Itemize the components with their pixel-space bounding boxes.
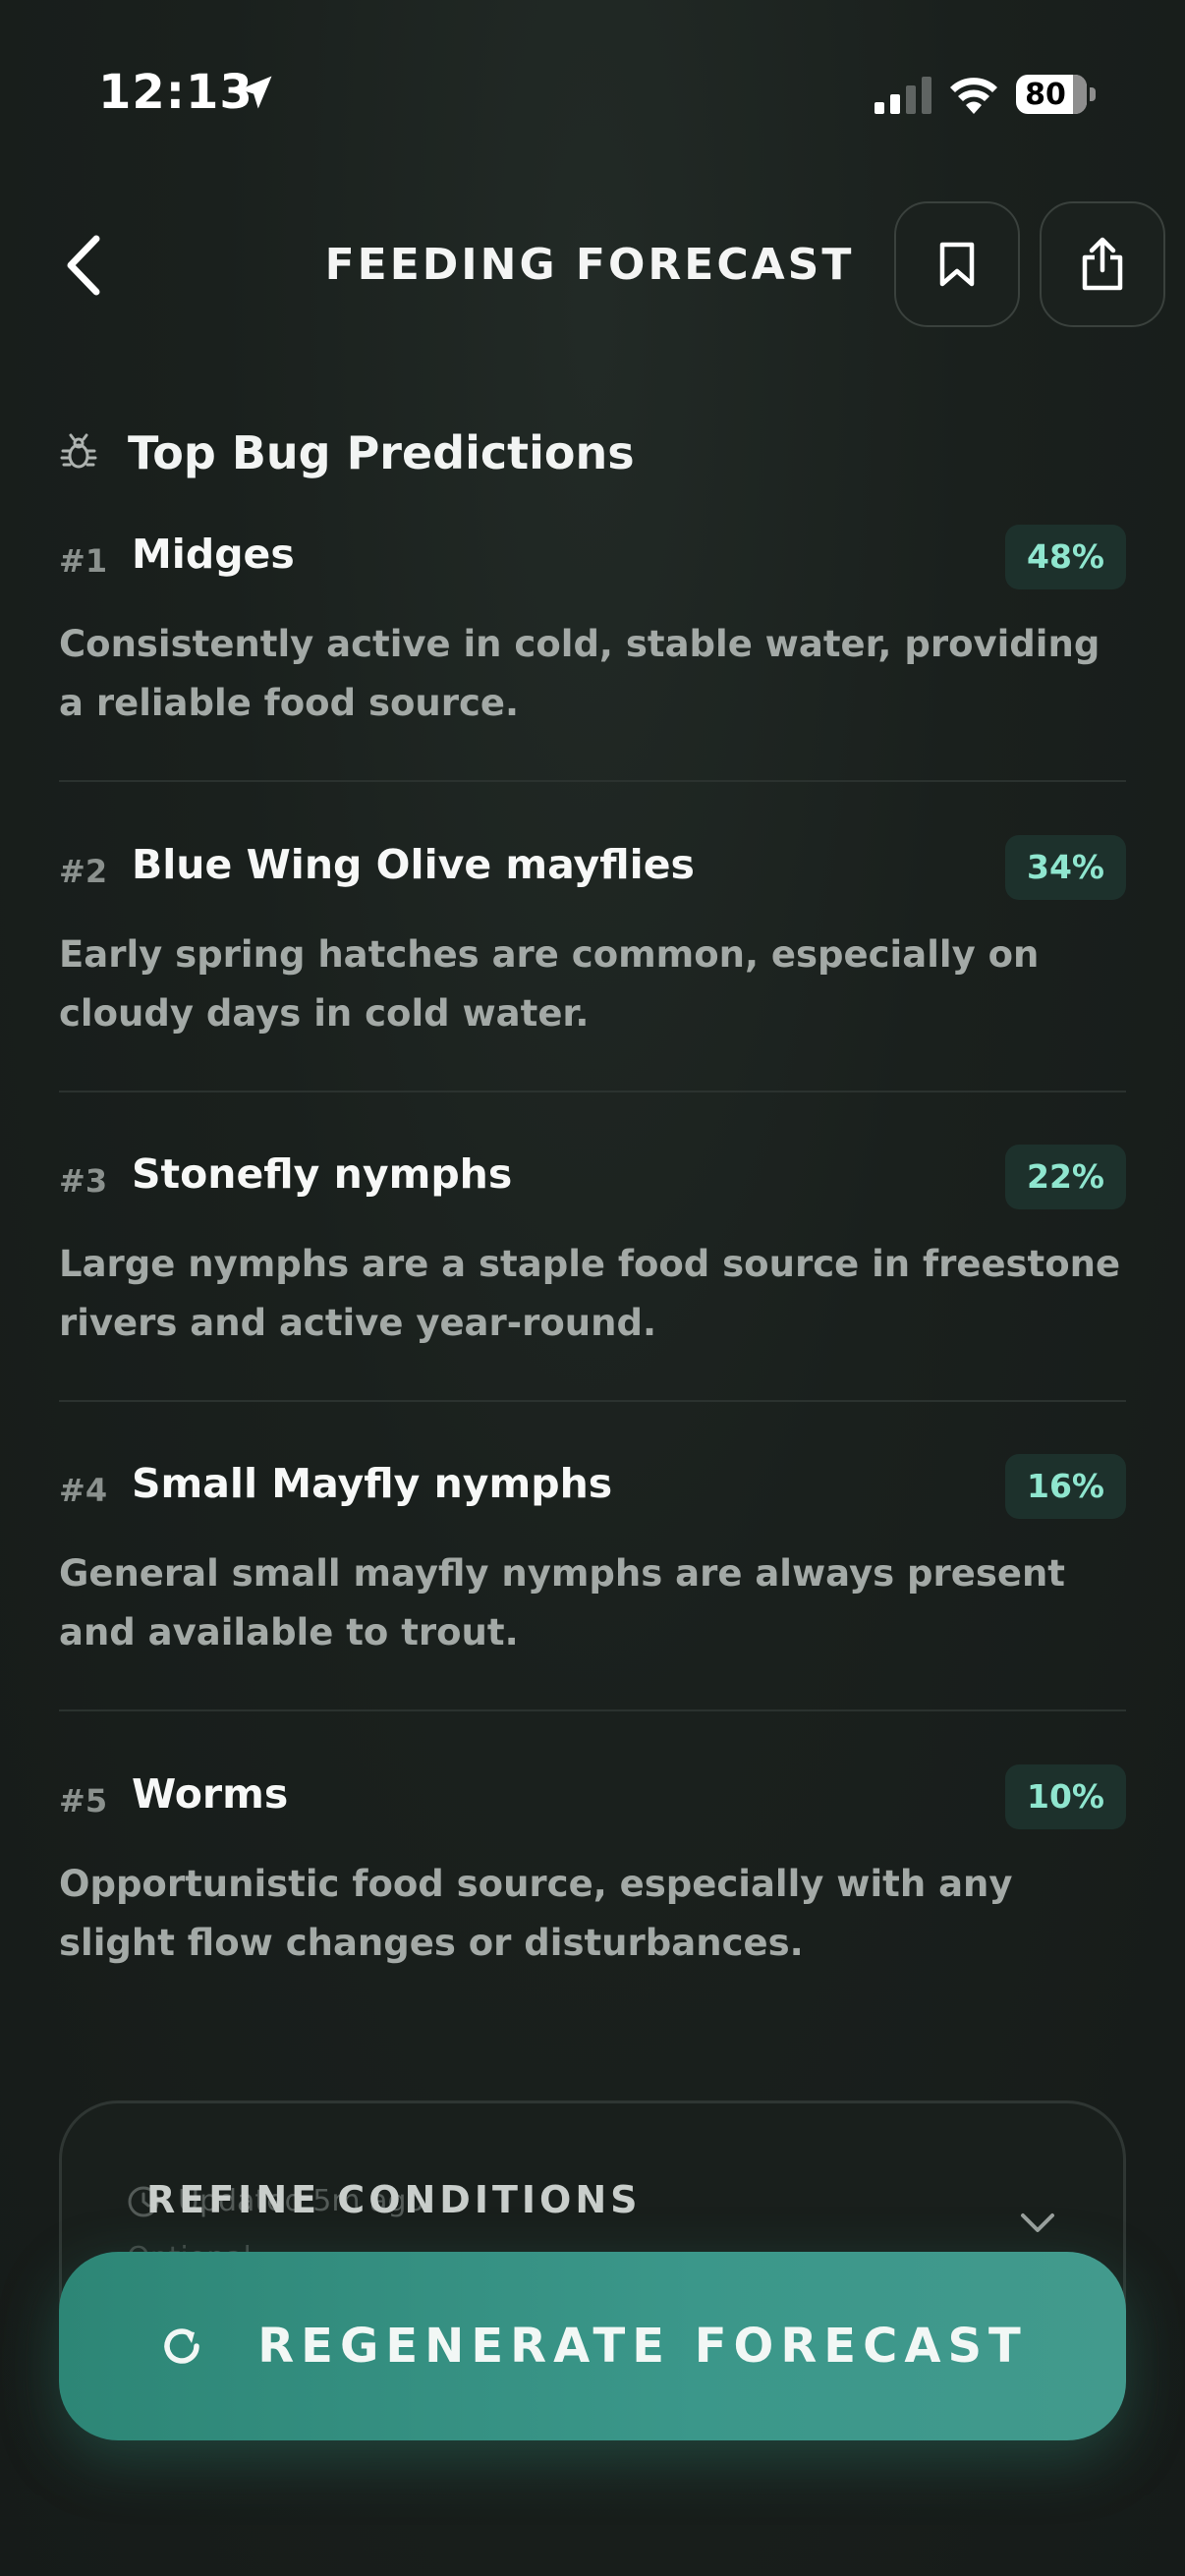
status-bar: 12:13 80 xyxy=(0,0,1185,196)
prediction-name: Blue Wing Olive mayflies xyxy=(132,841,695,888)
section-header: Top Bug Predictions xyxy=(59,426,635,479)
prediction-name: Worms xyxy=(132,1770,289,1818)
prediction-name: Small Mayfly nymphs xyxy=(132,1460,613,1507)
probability-badge: 22% xyxy=(1005,1145,1126,1209)
prediction-description: General small mayfly nymphs are always p… xyxy=(59,1552,1065,1653)
probability-badge: 48% xyxy=(1005,525,1126,589)
divider xyxy=(59,780,1126,782)
probability-badge: 34% xyxy=(1005,835,1126,900)
bookmark-icon xyxy=(939,242,975,287)
refine-conditions-title: REFINE CONDITIONS xyxy=(146,2178,642,2221)
prediction-item: #2 Blue Wing Olive mayflies 34% Early sp… xyxy=(59,835,1126,1043)
prediction-rank: #5 xyxy=(59,1782,108,1820)
prediction-description: Large nymphs are a staple food source in… xyxy=(59,1243,1121,1344)
wifi-icon xyxy=(950,78,997,114)
regenerate-forecast-button[interactable]: REGENERATE FORECAST xyxy=(59,2252,1126,2440)
prediction-description: Opportunistic food source, especially wi… xyxy=(59,1863,1013,1964)
divider xyxy=(59,1400,1126,1402)
prediction-item: #1 Midges 48% Consistently active in col… xyxy=(59,525,1126,733)
prediction-name: Midges xyxy=(132,531,295,578)
prediction-rank: #3 xyxy=(59,1162,108,1200)
bookmark-button[interactable] xyxy=(894,201,1020,327)
section-title: Top Bug Predictions xyxy=(128,426,635,479)
location-arrow-icon xyxy=(239,76,272,109)
chevron-left-icon xyxy=(67,235,100,296)
refresh-icon xyxy=(164,2328,199,2364)
prediction-rank: #2 xyxy=(59,853,108,890)
bug-icon xyxy=(60,433,97,469)
status-time: 12:13 xyxy=(98,65,254,120)
prediction-rank: #1 xyxy=(59,542,108,580)
battery-percent: 80 xyxy=(1025,78,1066,112)
battery-indicator: 80 xyxy=(1016,75,1099,116)
prediction-description: Early spring hatches are common, especia… xyxy=(59,933,1040,1035)
page-title: FEEDING FORECAST xyxy=(324,240,855,290)
chevron-down-icon[interactable] xyxy=(1017,2202,1058,2243)
prediction-item: #3 Stonefly nymphs 22% Large nymphs are … xyxy=(59,1145,1126,1353)
share-button[interactable] xyxy=(1040,201,1165,327)
share-icon xyxy=(1082,237,1123,291)
cellular-signal-icon xyxy=(875,77,931,114)
prediction-name: Stonefly nymphs xyxy=(132,1150,513,1198)
prediction-item: #5 Worms 10% Opportunistic food source, … xyxy=(59,1764,1126,1973)
prediction-item: #4 Small Mayfly nymphs 16% General small… xyxy=(59,1454,1126,1662)
back-button[interactable] xyxy=(51,228,114,303)
prediction-rank: #4 xyxy=(59,1472,108,1509)
probability-badge: 16% xyxy=(1005,1454,1126,1519)
divider xyxy=(59,1091,1126,1092)
regenerate-forecast-label: REGENERATE FORECAST xyxy=(257,2319,1028,2374)
prediction-description: Consistently active in cold, stable wate… xyxy=(59,623,1100,724)
probability-badge: 10% xyxy=(1005,1764,1126,1829)
divider xyxy=(59,1709,1126,1711)
